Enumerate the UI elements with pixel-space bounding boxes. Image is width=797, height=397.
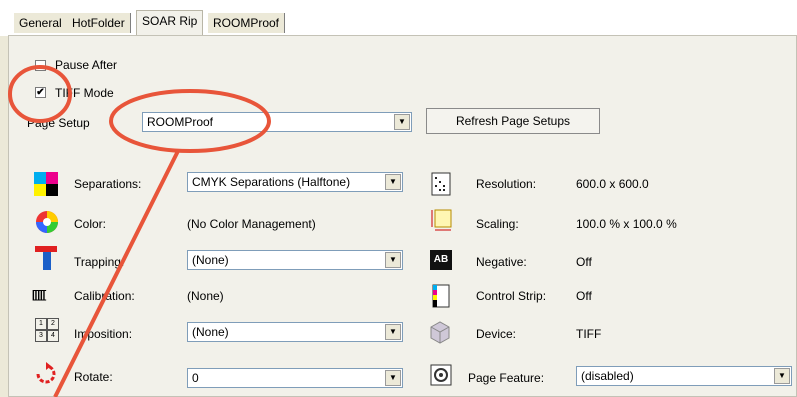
tab-bar: General HotFolder SOAR Rip ROOMProof — [0, 0, 797, 36]
imposition-cell: 1 — [35, 318, 47, 330]
scaling-value: 100.0 % x 100.0 % — [576, 217, 677, 231]
chevron-down-icon[interactable]: ▼ — [774, 368, 790, 384]
negative-value: Off — [576, 255, 592, 269]
imposition-cell: 2 — [47, 318, 59, 330]
resolution-label: Resolution: — [476, 177, 537, 191]
tiff-mode-label: TIFF Mode — [55, 86, 114, 100]
calibration-label: Calibration: — [74, 289, 135, 303]
separations-value: CMYK Separations (Halftone) — [192, 175, 351, 189]
resolution-value: 600.0 x 600.0 — [576, 177, 649, 191]
device-label: Device: — [476, 327, 517, 341]
color-wheel-icon — [36, 211, 58, 233]
tab-soar-rip[interactable]: SOAR Rip — [136, 10, 204, 36]
soar-rip-panel — [8, 35, 797, 397]
trapping-label: Trapping: — [74, 255, 125, 269]
chevron-down-icon[interactable]: ▼ — [394, 114, 410, 130]
imposition-select[interactable]: (None) ▼ — [187, 322, 403, 342]
pause-after-checkbox[interactable] — [35, 60, 46, 71]
chevron-down-icon[interactable]: ▼ — [385, 324, 401, 340]
calibration-icon: [[[[[ — [32, 289, 46, 301]
control-strip-label: Control Strip: — [476, 289, 547, 303]
separations-icon — [34, 172, 58, 196]
tab-general[interactable]: General — [14, 13, 68, 33]
device-value: TIFF — [576, 327, 602, 341]
imposition-cell: 3 — [35, 330, 47, 342]
chevron-down-icon[interactable]: ▼ — [385, 174, 401, 190]
page-feature-icon — [430, 364, 452, 386]
scaling-icon — [431, 209, 452, 231]
chevron-down-icon[interactable]: ▼ — [385, 252, 401, 268]
refresh-page-setups-button[interactable]: Refresh Page Setups — [426, 108, 600, 134]
rotate-label: Rotate: — [74, 370, 113, 384]
imposition-label: Imposition: — [74, 327, 133, 341]
color-value: (No Color Management) — [187, 217, 316, 231]
control-strip-icon — [432, 284, 450, 308]
page-feature-label: Page Feature: — [468, 371, 545, 385]
scaling-label: Scaling: — [476, 217, 519, 231]
control-strip-value: Off — [576, 289, 592, 303]
trapping-icon — [35, 246, 57, 270]
chevron-down-icon[interactable]: ▼ — [385, 370, 401, 386]
imposition-value: (None) — [192, 325, 229, 339]
page-feature-value: (disabled) — [581, 369, 634, 383]
rotate-icon — [36, 362, 56, 384]
separations-select[interactable]: CMYK Separations (Halftone) ▼ — [187, 172, 403, 192]
page-setup-select[interactable]: ROOMProof ▼ — [142, 112, 412, 132]
page-feature-select[interactable]: (disabled) ▼ — [576, 366, 792, 386]
negative-label: Negative: — [476, 255, 527, 269]
trapping-select[interactable]: (None) ▼ — [187, 250, 403, 270]
page-setup-value: ROOMProof — [147, 115, 214, 129]
tab-roomproof[interactable]: ROOMProof — [208, 13, 286, 33]
color-label: Color: — [74, 217, 107, 231]
calibration-value: (None) — [187, 289, 224, 303]
resolution-icon — [431, 172, 451, 196]
tiff-mode-checkbox[interactable]: ✔ — [35, 87, 46, 98]
rotate-select[interactable]: 0 ▼ — [187, 368, 403, 388]
rotate-value: 0 — [192, 371, 199, 385]
separations-label: Separations: — [74, 177, 142, 191]
negative-icon: AB — [430, 250, 452, 270]
imposition-cell: 4 — [47, 330, 59, 342]
trapping-value: (None) — [192, 253, 229, 267]
pause-after-label: Pause After — [55, 58, 118, 72]
imposition-icon: 1 2 3 4 — [35, 318, 59, 342]
tab-hotfolder[interactable]: HotFolder — [67, 13, 131, 33]
page-setup-label: Page Setup — [27, 116, 90, 130]
device-icon — [430, 321, 450, 344]
